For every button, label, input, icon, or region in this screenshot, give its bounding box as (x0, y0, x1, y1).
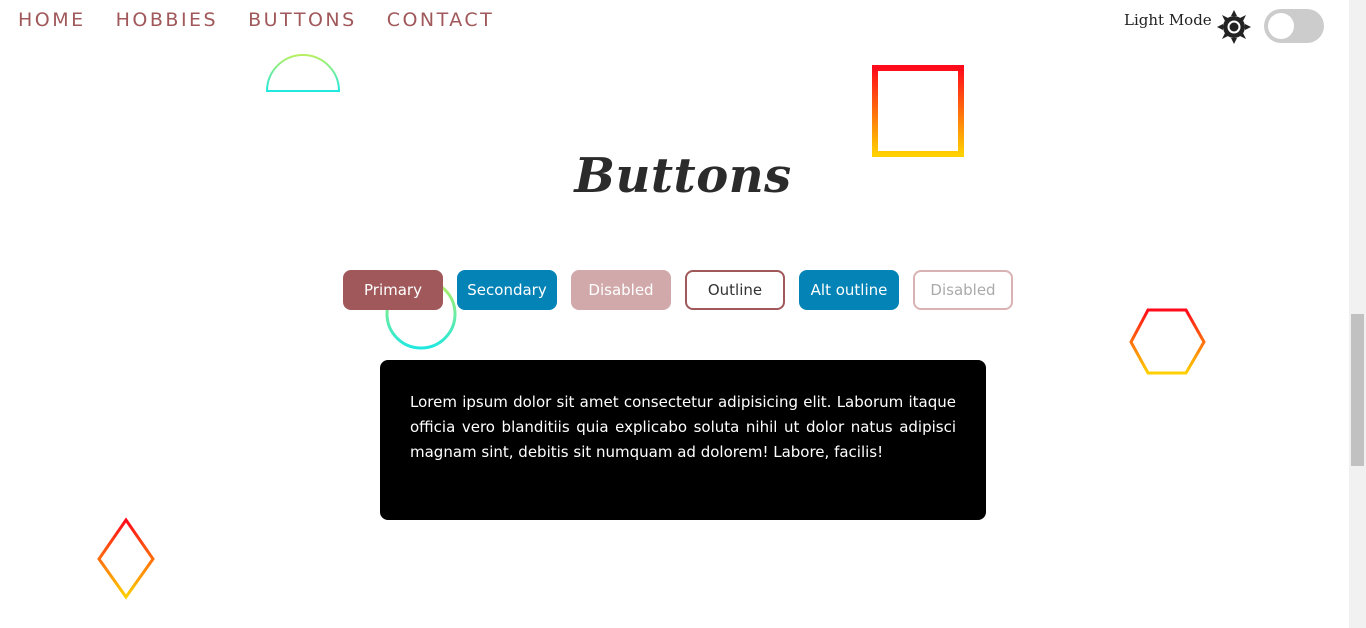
page-title: Buttons (574, 148, 792, 204)
theme-toggle[interactable] (1264, 9, 1324, 43)
primary-button[interactable]: Primary (343, 270, 443, 310)
square-shape (872, 65, 964, 157)
text-card: Lorem ipsum dolor sit amet consectetur a… (380, 360, 986, 520)
outline-button[interactable]: Outline (685, 270, 785, 310)
nav-hobbies[interactable]: HOBBIES (116, 9, 218, 31)
card-text: Lorem ipsum dolor sit amet consectetur a… (410, 393, 956, 461)
page-scrollbar[interactable] (1349, 0, 1366, 628)
disabled-button: Disabled (571, 270, 671, 310)
diamond-shape (97, 517, 155, 600)
disabled-outline-button: Disabled (913, 270, 1013, 310)
scrollbar-thumb[interactable] (1351, 314, 1364, 466)
theme-switcher: Light Mode (1124, 9, 1212, 29)
half-circle-shape (265, 54, 341, 92)
hexagon-shape (1129, 308, 1206, 375)
nav-buttons[interactable]: BUTTONS (248, 9, 357, 31)
secondary-button[interactable]: Secondary (457, 270, 557, 310)
mode-label: Light Mode (1124, 11, 1212, 29)
toggle-knob (1268, 13, 1294, 39)
sun-icon (1217, 10, 1251, 44)
alt-outline-button[interactable]: Alt outline (799, 270, 899, 310)
nav-home[interactable]: HOME (18, 9, 86, 31)
nav-contact[interactable]: CONTACT (387, 9, 495, 31)
main-nav: HOME HOBBIES BUTTONS CONTACT (18, 9, 524, 31)
